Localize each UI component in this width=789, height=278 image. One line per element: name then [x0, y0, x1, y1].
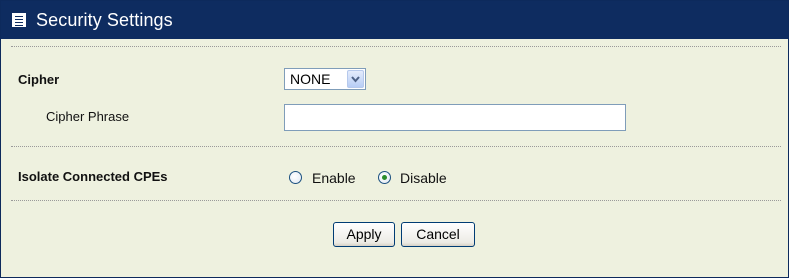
cipher-phrase-label: Cipher Phrase [46, 109, 130, 124]
divider [11, 146, 781, 147]
enable-radio[interactable] [289, 171, 302, 184]
panel-title: Security Settings [36, 10, 173, 30]
enable-radio-label[interactable]: Enable [312, 170, 356, 186]
disable-radio-label[interactable]: Disable [400, 170, 447, 186]
disable-radio[interactable] [378, 171, 391, 184]
cipher-label: Cipher [18, 72, 60, 87]
list-icon [12, 13, 26, 27]
divider [11, 200, 781, 201]
cipher-phrase-input[interactable] [284, 104, 626, 131]
cipher-select[interactable]: NONE [284, 68, 366, 90]
chevron-down-icon[interactable] [347, 70, 364, 88]
apply-button[interactable]: Apply [333, 222, 395, 247]
divider [11, 46, 781, 47]
cancel-button[interactable]: Cancel [401, 222, 475, 247]
security-settings-panel: Security Settings Cipher NONE Cipher Phr… [0, 0, 789, 278]
cipher-select-value: NONE [290, 71, 331, 87]
isolate-cpes-label: Isolate Connected CPEs [18, 169, 168, 184]
panel-header: Security Settings [1, 1, 788, 39]
